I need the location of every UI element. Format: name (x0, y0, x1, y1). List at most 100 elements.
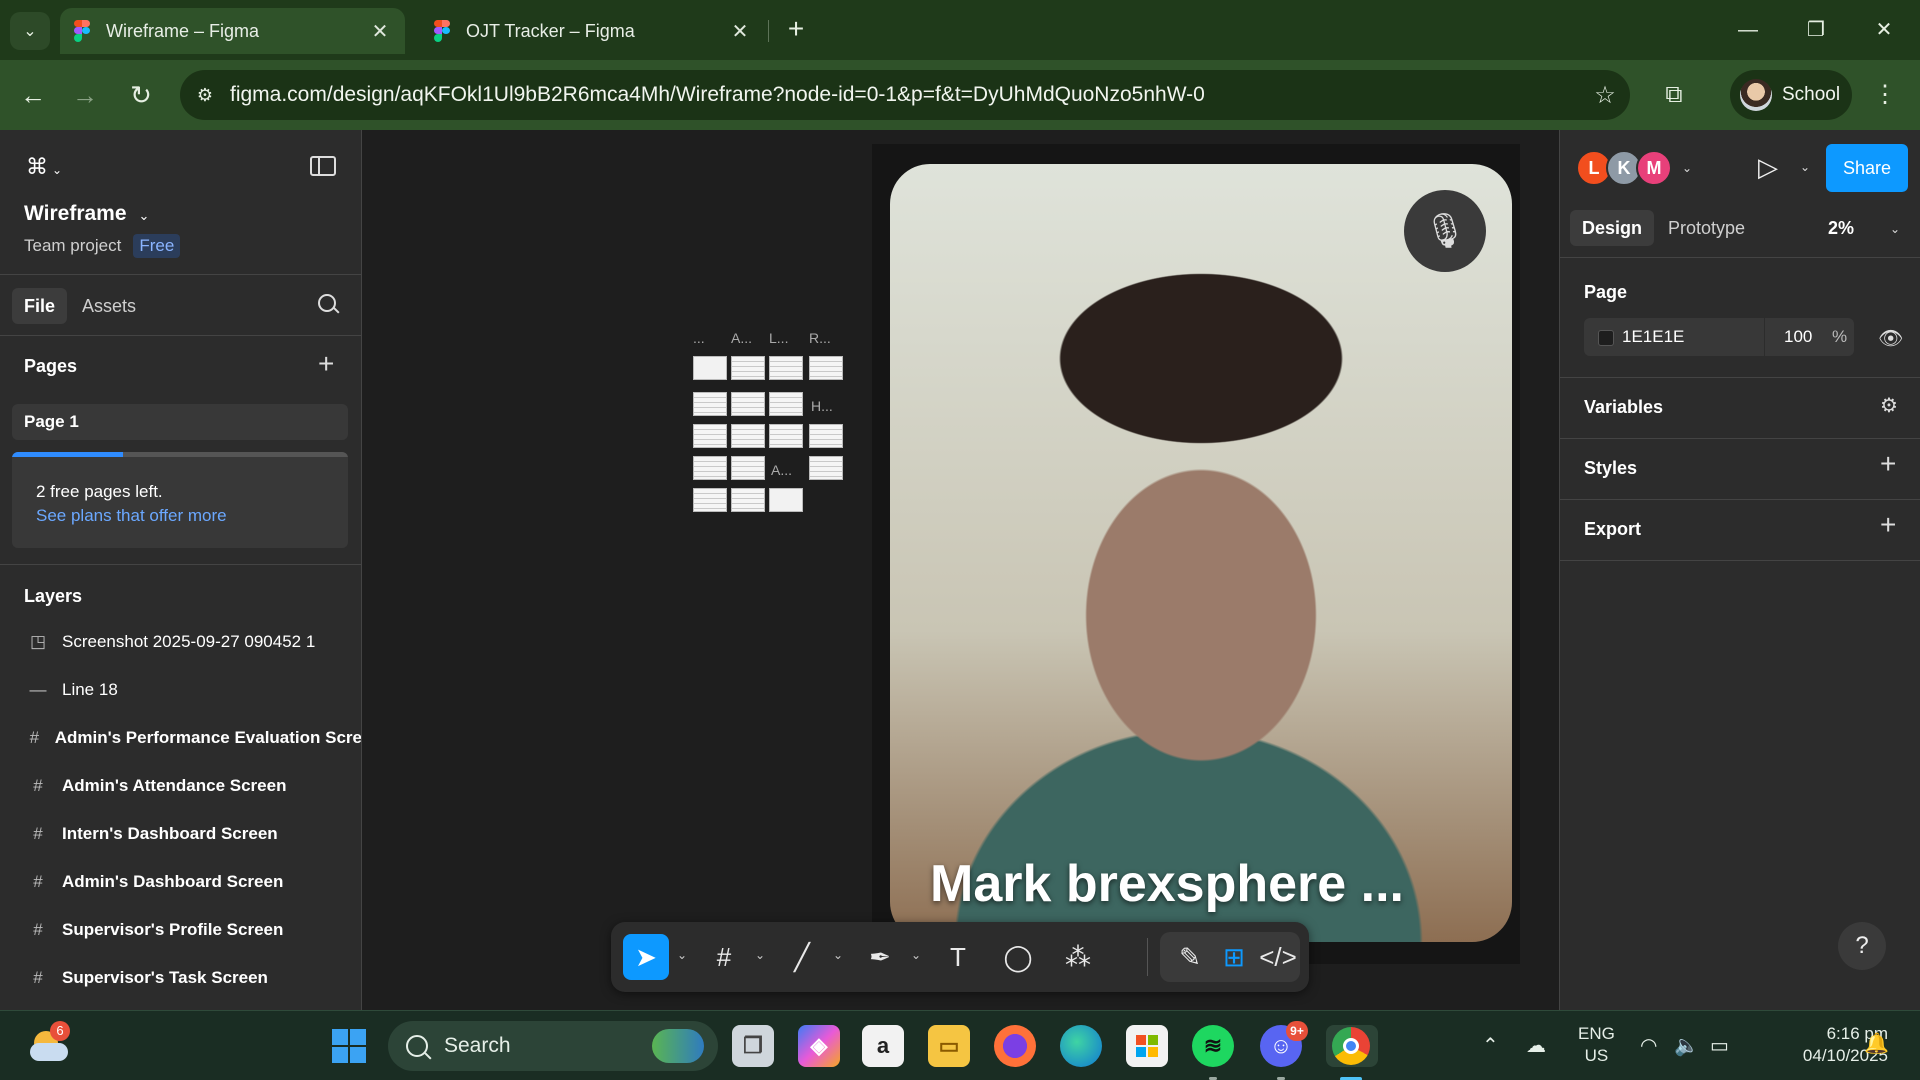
frame-thumbnail[interactable] (809, 424, 843, 448)
tab-file[interactable]: File (12, 288, 68, 324)
frame-label[interactable]: A... (771, 462, 792, 478)
design-mode-icon[interactable]: ⊞ (1211, 934, 1257, 980)
layer-item[interactable]: # Admin's Dashboard Screen (0, 858, 361, 906)
add-export-plus-icon[interactable]: + (1880, 509, 1896, 541)
pen-tool-icon[interactable]: ✒ (857, 934, 903, 980)
layer-item[interactable]: # Intern's Dashboard Screen (0, 810, 361, 858)
layer-item[interactable]: # Supervisor's Task Screen (0, 954, 361, 1002)
tab-prototype[interactable]: Prototype (1656, 210, 1757, 246)
frame-thumbnail[interactable] (731, 488, 765, 512)
profile-button[interactable]: School (1730, 70, 1852, 120)
frame-thumbnail[interactable] (731, 392, 765, 416)
chevron-down-icon[interactable]: ⌄ (1682, 161, 1692, 175)
plan-badge[interactable]: Free (133, 234, 181, 258)
close-icon[interactable]: ✕ (369, 19, 391, 44)
url-text[interactable]: figma.com/design/aqKFOkl1Ul9bB2R6mca4Mh/… (230, 83, 1580, 107)
frame-thumbnail[interactable] (769, 488, 803, 512)
collaborator-avatars[interactable]: L K M ⌄ (1576, 150, 1692, 186)
tab-design[interactable]: Design (1570, 210, 1655, 246)
zoom-level[interactable]: 2% (1828, 218, 1854, 239)
help-button[interactable]: ? (1838, 922, 1886, 970)
add-page-plus-icon[interactable]: + (318, 348, 334, 380)
frame-label[interactable]: A... (731, 330, 752, 346)
chevron-down-icon[interactable]: ⌄ (755, 948, 765, 962)
frame-thumbnail[interactable] (769, 392, 803, 416)
add-style-plus-icon[interactable]: + (1880, 448, 1896, 480)
file-name[interactable]: Wireframe ⌄ (24, 202, 149, 226)
video-call-overlay[interactable]: 🎙 Mark brexsphere ... (872, 144, 1520, 964)
see-plans-link[interactable]: See plans that offer more (36, 506, 227, 526)
tab-ojt-tracker[interactable]: OJT Tracker – Figma ✕ (420, 8, 765, 54)
chevron-down-icon[interactable]: ⌄ (1800, 160, 1810, 174)
frame-thumbnail[interactable] (693, 456, 727, 480)
opacity-input[interactable]: 100 (1784, 327, 1812, 347)
weather-widget-icon[interactable]: 6 (28, 1021, 70, 1065)
background-hex-input[interactable]: 1E1E1E (1622, 327, 1684, 347)
design-canvas[interactable]: ... A... L... R... H... A... 🎙 Mark brex… (363, 130, 1558, 1010)
edge-icon[interactable] (1060, 1025, 1102, 1067)
comment-tool-icon[interactable]: ◯ (995, 934, 1041, 980)
restore-icon[interactable]: ❐ (1786, 10, 1846, 50)
chevron-down-icon[interactable]: ⌄ (139, 208, 150, 223)
layer-item[interactable]: — Line 18 (0, 666, 361, 714)
extensions-puzzle-icon[interactable]: ⧉ (1655, 76, 1693, 114)
actions-icon[interactable]: ⁂ (1055, 934, 1101, 980)
reload-icon[interactable]: ↻ (122, 76, 160, 114)
tab-assets[interactable]: Assets (70, 288, 148, 324)
tab-wireframe[interactable]: Wireframe – Figma ✕ (60, 8, 405, 54)
windows-start-icon[interactable] (332, 1029, 366, 1063)
taskbar-search-box[interactable]: Search (388, 1021, 718, 1071)
frame-label[interactable]: R... (809, 330, 831, 346)
frame-label[interactable]: L... (769, 330, 788, 346)
frame-tool-icon[interactable]: # (701, 934, 747, 980)
bookmark-star-icon[interactable]: ☆ (1580, 81, 1630, 110)
frame-thumbnail[interactable] (731, 456, 765, 480)
chevron-down-icon[interactable]: ⌄ (677, 948, 687, 962)
page-background-field[interactable]: 1E1E1E 100 % (1584, 318, 1854, 356)
site-info-icon[interactable]: ⚙ (180, 85, 230, 106)
back-arrow-icon[interactable]: ← (14, 76, 52, 114)
frame-label[interactable]: ... (693, 330, 705, 346)
layer-item[interactable]: # Supervisor's Profile Screen (0, 906, 361, 954)
avatar[interactable]: M (1636, 150, 1672, 186)
address-bar[interactable]: ⚙ figma.com/design/aqKFOkl1Ul9bB2R6mca4M… (180, 70, 1630, 120)
wifi-icon[interactable]: ◠ (1640, 1033, 1657, 1058)
present-play-icon[interactable]: ▷ (1758, 152, 1778, 183)
task-view-icon[interactable]: ❐ (732, 1025, 774, 1067)
battery-icon[interactable]: ▭ (1710, 1033, 1729, 1058)
chevron-down-icon[interactable]: ⌄ (833, 948, 843, 962)
draw-mode-icon[interactable]: ✎ (1167, 934, 1213, 980)
forward-arrow-icon[interactable]: → (66, 76, 104, 114)
line-tool-icon[interactable]: ╱ (779, 934, 825, 980)
move-tool-icon[interactable]: ➤ (623, 934, 669, 980)
search-icon[interactable] (318, 294, 340, 316)
frame-thumbnail[interactable] (693, 356, 727, 380)
close-icon[interactable]: ✕ (729, 19, 751, 44)
discord-icon[interactable]: ☺ 9+ (1260, 1021, 1308, 1080)
eye-visibility-icon[interactable]: 👁 (1878, 326, 1903, 351)
chevron-down-icon[interactable]: ⌄ (911, 948, 921, 962)
chevron-up-icon[interactable]: ⌃ (1482, 1033, 1499, 1058)
spotify-icon[interactable]: ≋ (1192, 1025, 1234, 1080)
text-tool-icon[interactable]: T (935, 934, 981, 980)
minimize-icon[interactable]: — (1718, 10, 1778, 50)
frame-thumbnail[interactable] (769, 356, 803, 380)
new-tab-plus-icon[interactable]: + (778, 12, 814, 48)
microphone-muted-icon[interactable]: 🎙 (1404, 190, 1486, 272)
dev-mode-icon[interactable]: </> (1255, 934, 1301, 980)
copilot-icon[interactable]: ◈ (798, 1025, 840, 1067)
language-indicator[interactable]: ENG US (1578, 1023, 1615, 1067)
tab-search-menu-button[interactable]: ⌄ (10, 12, 50, 50)
volume-icon[interactable]: 🔈 (1674, 1033, 1699, 1058)
file-explorer-icon[interactable]: ▭ (928, 1025, 970, 1067)
sidebar-toggle-icon[interactable] (310, 156, 336, 176)
browser-menu-icon[interactable]: ⋮ (1870, 76, 1900, 114)
amazon-icon[interactable]: a (862, 1025, 904, 1067)
frame-thumbnail[interactable] (769, 424, 803, 448)
frame-thumbnail[interactable] (693, 424, 727, 448)
frame-label[interactable]: H... (811, 398, 833, 414)
chrome-icon[interactable] (1326, 1025, 1378, 1080)
notification-bell-icon[interactable]: 🔔 (1864, 1031, 1889, 1056)
chevron-down-icon[interactable]: ⌄ (1890, 222, 1900, 236)
frame-thumbnail[interactable] (693, 488, 727, 512)
